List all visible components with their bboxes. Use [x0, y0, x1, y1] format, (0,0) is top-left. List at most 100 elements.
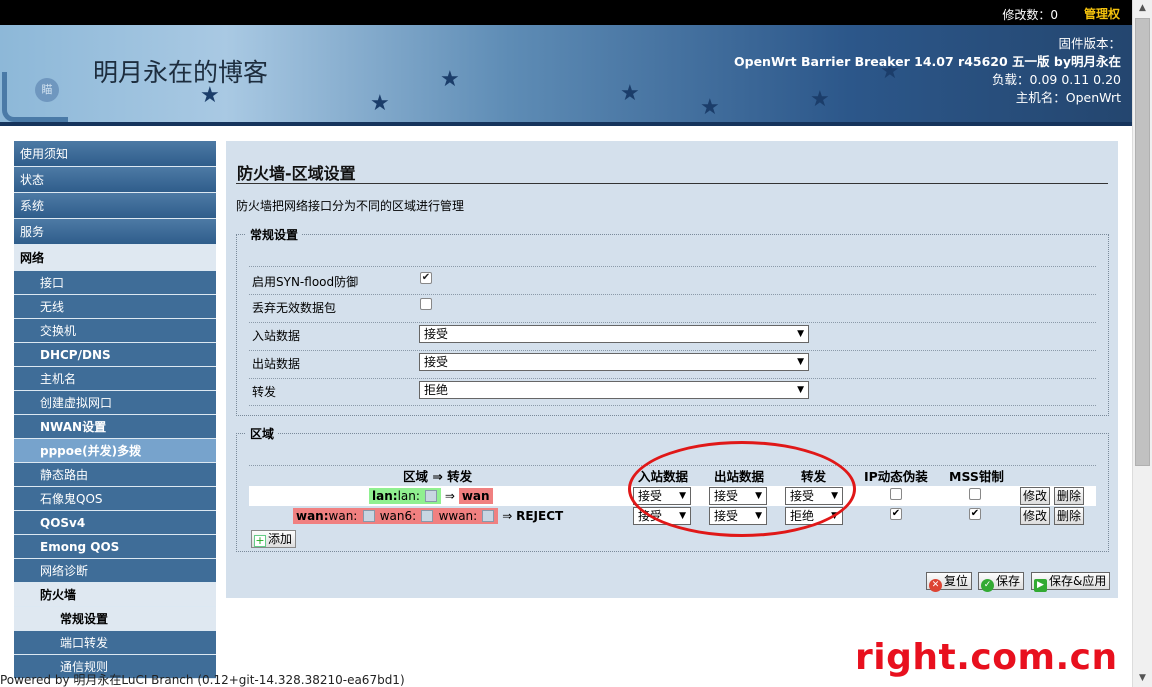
input-policy-label: 入站数据 — [252, 329, 301, 343]
save-button[interactable]: ✓ 保存 — [978, 572, 1025, 592]
wan-delete-button[interactable]: 删除 — [1054, 507, 1085, 525]
wan-masquerade-checkbox[interactable]: ✔ — [890, 508, 902, 520]
save-apply-button[interactable]: ▶ 保存&应用 — [1031, 572, 1111, 592]
add-icon: + — [254, 534, 266, 547]
dropdown-arrow-icon: ▼ — [797, 329, 804, 339]
lan-masquerade-checkbox[interactable] — [890, 488, 902, 500]
zone-tag-wan: wan:wan: wan6: wwan: — [293, 508, 499, 524]
col-mss-clamp: MSS钳制 — [949, 469, 1004, 484]
sidebar-nav: 使用须知 状态 系统 服务 网络 接口 无线 交换机 DHCP/DNS 主机名 … — [14, 141, 216, 679]
network-port-icon — [425, 490, 438, 502]
title-divider — [236, 183, 1108, 184]
sidebar-item-qosv4[interactable]: QOSv4 — [14, 511, 216, 535]
general-settings-section: 常规设置 启用SYN-flood防御 ✔ 丢弃无效数据包 入站数据 接受 ▼ 出站… — [236, 226, 1109, 416]
page-title: 防火墙-区域设置 — [237, 164, 356, 183]
sidebar-item-general-settings[interactable]: 常规设置 — [14, 607, 216, 631]
forward-policy-label: 转发 — [252, 385, 277, 399]
sidebar-item-interfaces[interactable]: 接口 — [14, 271, 216, 295]
sidebar-item-gargoyle-qos[interactable]: 石像鬼QOS — [14, 487, 216, 511]
sidebar-item-services[interactable]: 服务 — [14, 219, 216, 245]
footer-credit: Powered by 明月永在LuCI Branch (0.12+git-14.… — [0, 673, 405, 687]
zones-legend: 区域 — [250, 427, 275, 441]
sidebar-item-static-routes[interactable]: 静态路由 — [14, 463, 216, 487]
sidebar-item-diagnostics[interactable]: 网络诊断 — [14, 559, 216, 583]
output-policy-row: 出站数据 接受 ▼ — [249, 350, 1096, 378]
drop-invalid-checkbox[interactable] — [420, 298, 432, 310]
top-status-bar: 修改数：0 管理权 — [0, 0, 1132, 25]
wireless-icon — [482, 510, 495, 522]
input-policy-select[interactable]: 接受 ▼ — [419, 325, 809, 343]
network-port-icon — [362, 510, 375, 522]
lan-edit-button[interactable]: 修改 — [1020, 487, 1051, 505]
sidebar-item-port-forwards[interactable]: 端口转发 — [14, 631, 216, 655]
page-description: 防火墙把网络接口分为不同的区域进行管理 — [236, 199, 465, 213]
sidebar-item-hostnames[interactable]: 主机名 — [14, 367, 216, 391]
admin-link[interactable]: 管理权 — [1084, 5, 1120, 22]
lan-mss-checkbox[interactable] — [969, 488, 981, 500]
syn-flood-row: 启用SYN-flood防御 ✔ — [249, 266, 1096, 294]
input-policy-row: 入站数据 接受 ▼ — [249, 322, 1096, 350]
drop-invalid-row: 丢弃无效数据包 — [249, 294, 1096, 322]
syn-flood-checkbox[interactable]: ✔ — [420, 272, 432, 284]
sidebar-item-status[interactable]: 状态 — [14, 167, 216, 193]
scrollbar-thumb[interactable] — [1135, 18, 1150, 466]
col-masquerade: IP动态伪装 — [864, 469, 928, 484]
scroll-down-icon[interactable]: ▼ — [1133, 670, 1152, 687]
dropdown-arrow-icon: ▼ — [797, 385, 804, 395]
site-title: 明月永在的博客 — [93, 58, 269, 87]
col-zone-forward: 区域 ⇒ 转发 — [403, 469, 473, 484]
firmware-version: OpenWrt Barrier Breaker 14.07 r45620 五一版… — [734, 54, 1121, 69]
site-header: 瞄 ★ ★ ★ ★ ★ ★ ★ 明月永在的博客 固件版本： OpenWrt Ba… — [0, 25, 1132, 126]
reset-icon: ✕ — [929, 579, 942, 592]
syn-flood-label: 启用SYN-flood防御 — [252, 275, 359, 289]
sidebar-item-system[interactable]: 系统 — [14, 193, 216, 219]
sidebar-item-pppoe-dial[interactable]: pppoe(并发)多拨 — [14, 439, 216, 463]
sidebar-item-nwan[interactable]: NWAN设置 — [14, 415, 216, 439]
sidebar-item-emong-qos[interactable]: Emong QOS — [14, 535, 216, 559]
page-scrollbar[interactable]: ▲ ▼ — [1132, 0, 1152, 687]
output-policy-label: 出站数据 — [252, 357, 301, 371]
scroll-up-icon[interactable]: ▲ — [1133, 0, 1152, 17]
forward-arrow: ⇒ — [502, 509, 513, 523]
add-zone-button[interactable]: + 添加 — [251, 530, 297, 548]
reject-target: REJECT — [516, 509, 564, 523]
sidebar-item-notice[interactable]: 使用须知 — [14, 141, 216, 167]
drop-invalid-label: 丢弃无效数据包 — [252, 301, 337, 315]
general-settings-legend: 常规设置 — [250, 228, 299, 242]
header-divider — [0, 122, 1132, 126]
sidebar-item-wireless[interactable]: 无线 — [14, 295, 216, 319]
forward-policy-select[interactable]: 拒绝 ▼ — [419, 381, 809, 399]
zone-tag-wan-target: wan — [458, 488, 493, 504]
sidebar-item-network[interactable]: 网络 — [14, 245, 216, 271]
star-icon: ★ — [370, 91, 390, 116]
hostname: 主机名：OpenWrt — [1015, 90, 1121, 105]
logo-icon: 瞄 — [2, 72, 68, 122]
wan-edit-button[interactable]: 修改 — [1020, 507, 1051, 525]
zone-tag-lan: lan:lan: — [369, 488, 442, 504]
star-icon: ★ — [620, 81, 640, 106]
zone-lan-cell: lan:lan: ⇒ wan — [369, 488, 493, 504]
forward-policy-row: 转发 拒绝 ▼ — [249, 378, 1096, 406]
wan-mss-checkbox[interactable]: ✔ — [969, 508, 981, 520]
system-info: 固件版本： OpenWrt Barrier Breaker 14.07 r456… — [734, 35, 1121, 107]
sidebar-item-virtual-iface[interactable]: 创建虚拟网口 — [14, 391, 216, 415]
sidebar-item-dhcp-dns[interactable]: DHCP/DNS — [14, 343, 216, 367]
zone-wan-cell: wan:wan: wan6: wwan: ⇒ REJECT — [293, 508, 563, 524]
save-icon: ✓ — [981, 579, 994, 592]
star-icon: ★ — [440, 67, 460, 92]
sidebar-item-firewall[interactable]: 防火墙 — [14, 583, 216, 607]
lan-delete-button[interactable]: 删除 — [1054, 487, 1085, 505]
reset-button[interactable]: ✕ 复位 — [926, 572, 973, 592]
output-policy-select[interactable]: 接受 ▼ — [419, 353, 809, 371]
network-port-icon — [421, 510, 434, 522]
main-panel: 防火墙-区域设置 防火墙把网络接口分为不同的区域进行管理 常规设置 启用SYN-… — [226, 141, 1118, 598]
load-average: 负载：0.09 0.11 0.20 — [992, 72, 1121, 87]
firmware-label: 固件版本： — [1058, 36, 1121, 51]
apply-icon: ▶ — [1034, 579, 1047, 592]
star-icon: ★ — [700, 95, 720, 120]
watermark-text: right.com.cn — [855, 637, 1118, 678]
highlight-annotation — [628, 441, 856, 537]
changes-count[interactable]: 修改数：0 — [1002, 6, 1058, 23]
dropdown-arrow-icon: ▼ — [797, 357, 804, 367]
sidebar-item-switch[interactable]: 交换机 — [14, 319, 216, 343]
